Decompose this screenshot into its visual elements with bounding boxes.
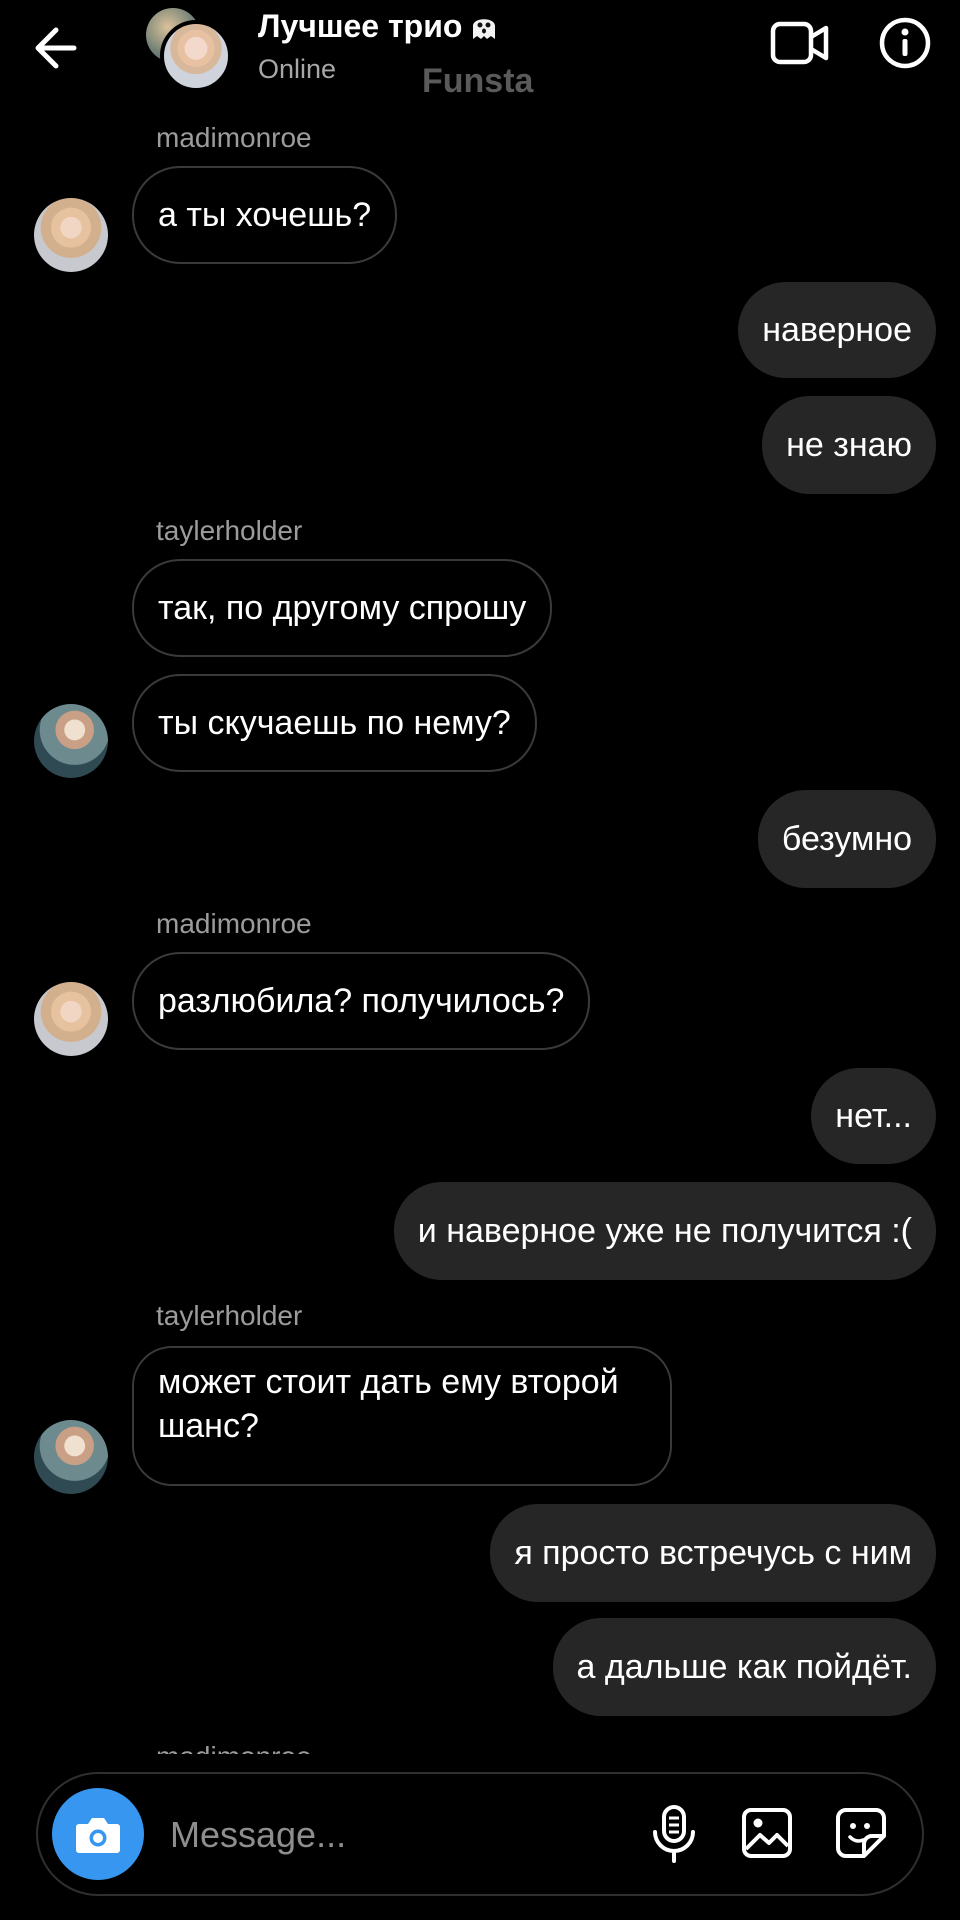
avatar[interactable] [34, 704, 108, 778]
microphone-icon [653, 1805, 695, 1863]
avatar[interactable] [34, 198, 108, 272]
outgoing-message[interactable]: безумно [757, 790, 936, 888]
sticker-icon [836, 1808, 886, 1858]
sender-name: taylerholder [156, 515, 303, 546]
avatar-front [160, 20, 232, 92]
message-composer [36, 1772, 924, 1896]
sender-name: madimonroe [156, 1740, 312, 1754]
voice-message-button[interactable] [650, 1804, 698, 1864]
incoming-message[interactable]: разлюбила? получилось? [132, 952, 591, 1050]
incoming-message[interactable]: ты скучаешь по нему? [132, 674, 537, 772]
incoming-message[interactable]: может стоит дать ему второй шанс? [132, 1346, 672, 1486]
video-call-button[interactable] [770, 20, 830, 66]
sticker-button[interactable] [834, 1806, 888, 1860]
avatar[interactable] [34, 982, 108, 1056]
outgoing-message[interactable]: не знаю [762, 396, 936, 494]
outgoing-message[interactable]: и наверное уже не получится :( [393, 1182, 936, 1280]
outgoing-message[interactable]: а дальше как пойдёт. [552, 1618, 936, 1716]
online-status: Online [258, 54, 337, 84]
back-button[interactable] [30, 18, 90, 78]
outgoing-message[interactable]: наверное [738, 282, 936, 378]
camera-icon [76, 1818, 120, 1853]
outgoing-message[interactable]: нет... [811, 1068, 936, 1164]
chat-title-row[interactable]: Лучшее трио [258, 8, 498, 45]
camera-button[interactable] [52, 1788, 144, 1880]
outgoing-message[interactable]: я просто встречусь с ним [490, 1504, 936, 1602]
avatar[interactable] [34, 1420, 108, 1494]
sender-name: taylerholder [156, 1300, 303, 1331]
info-button[interactable] [878, 16, 932, 70]
sender-name: madimonroe [156, 908, 312, 939]
info-icon [879, 17, 931, 69]
ghost-emoji-icon [473, 18, 496, 39]
sender-name: madimonroe [156, 122, 312, 153]
video-camera-icon [770, 21, 829, 65]
message-input[interactable] [168, 1804, 532, 1866]
incoming-message[interactable]: а ты хочешь? [132, 166, 398, 264]
incoming-message[interactable]: так, по другому спрошу [132, 559, 553, 657]
image-icon [742, 1808, 792, 1858]
chat-title: Лучшее трио [258, 8, 463, 44]
arrow-left-icon [35, 27, 77, 69]
group-avatar[interactable] [142, 6, 232, 92]
account-label: Funsta [422, 62, 534, 100]
gallery-button[interactable] [740, 1806, 794, 1860]
